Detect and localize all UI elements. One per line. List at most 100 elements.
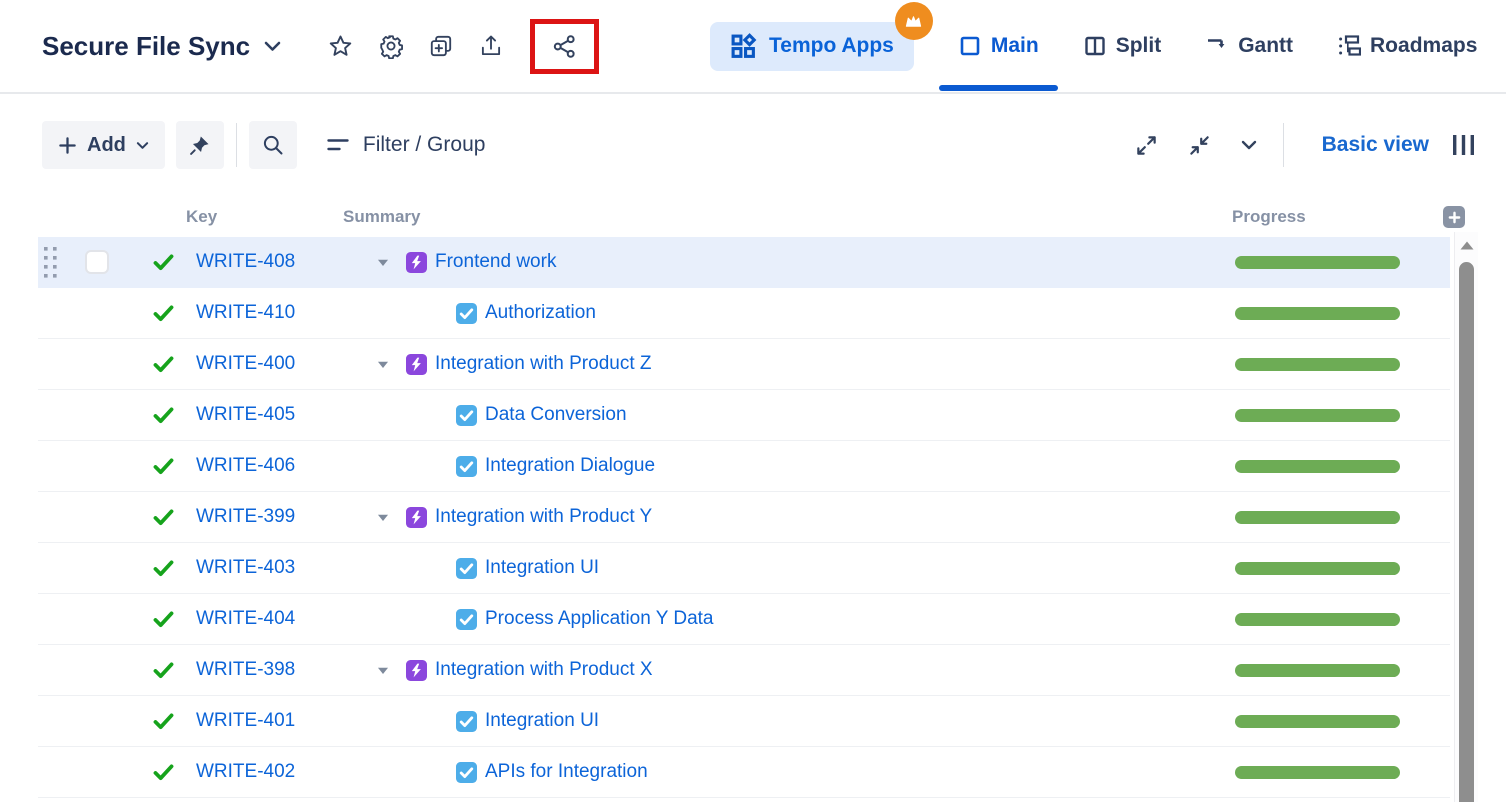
filter-group-button[interactable]: Filter / Group — [327, 133, 486, 157]
share-highlight-box — [530, 19, 599, 74]
status-done-icon — [116, 305, 196, 322]
issue-key-link[interactable]: WRITE-398 — [196, 659, 295, 680]
main-tab-icon — [958, 34, 982, 58]
progress-cell — [1213, 562, 1450, 575]
add-column-button[interactable] — [1443, 206, 1465, 228]
issue-summary-link[interactable]: APIs for Integration — [485, 761, 648, 783]
active-tab-underline — [939, 85, 1058, 91]
duplicate-button[interactable] — [428, 33, 454, 59]
tab-gantt[interactable]: Gantt — [1205, 0, 1293, 92]
progress-bar — [1235, 766, 1400, 779]
issue-row[interactable]: WRITE-406 Integration Dialogue — [38, 441, 1450, 492]
scrollbar-thumb[interactable] — [1459, 262, 1474, 802]
row-checkbox-slot — [80, 250, 116, 274]
status-done-icon — [116, 764, 196, 781]
issue-key-link[interactable]: WRITE-399 — [196, 506, 295, 527]
add-chevron-icon — [136, 141, 149, 150]
progress-bar — [1235, 256, 1400, 269]
search-icon — [261, 133, 285, 157]
add-button[interactable]: Add — [42, 121, 165, 169]
issue-row[interactable]: WRITE-400 Integration with Product Z — [38, 339, 1450, 390]
autopin-button[interactable] — [176, 121, 224, 169]
issue-summary-link[interactable]: Frontend work — [435, 251, 556, 273]
search-button[interactable] — [249, 121, 297, 169]
issue-key-link[interactable]: WRITE-402 — [196, 761, 295, 782]
tab-label: Main — [991, 34, 1039, 58]
toolbar-right: Basic view — [1105, 123, 1476, 167]
issue-row[interactable]: WRITE-401 Integration UI — [38, 696, 1450, 747]
columns-button[interactable] — [1451, 134, 1476, 156]
star-button[interactable] — [327, 33, 354, 60]
tempo-apps-button[interactable]: Tempo Apps — [710, 22, 914, 71]
progress-cell — [1213, 460, 1450, 473]
progress-cell — [1213, 358, 1450, 371]
issue-row[interactable]: WRITE-403 Integration UI — [38, 543, 1450, 594]
progress-bar — [1235, 409, 1400, 422]
status-done-icon — [116, 254, 196, 271]
structure-title-dropdown[interactable]: Secure File Sync — [42, 31, 281, 62]
progress-bar — [1235, 307, 1400, 320]
issue-row[interactable]: WRITE-404 Process Application Y Data — [38, 594, 1450, 645]
issue-key-link[interactable]: WRITE-403 — [196, 557, 295, 578]
task-type-icon — [456, 456, 477, 477]
row-expander-icon[interactable] — [376, 359, 390, 370]
issue-row[interactable]: WRITE-410 Authorization — [38, 288, 1450, 339]
issue-key-link[interactable]: WRITE-401 — [196, 710, 295, 731]
column-header-key[interactable]: Key — [186, 207, 217, 227]
expand-all-button[interactable] — [1135, 134, 1158, 157]
status-done-icon — [116, 356, 196, 373]
status-done-icon — [116, 560, 196, 577]
issue-row[interactable]: WRITE-408 Frontend work — [38, 237, 1450, 288]
issue-key-link[interactable]: WRITE-408 — [196, 251, 295, 272]
row-checkbox[interactable] — [85, 250, 109, 274]
tab-split[interactable]: Split — [1083, 0, 1162, 92]
issue-summary-link[interactable]: Integration UI — [485, 557, 599, 579]
tab-label: Gantt — [1238, 34, 1293, 58]
column-header-summary[interactable]: Summary — [343, 207, 420, 227]
tab-label: Roadmaps — [1370, 34, 1477, 58]
issue-key-link[interactable]: WRITE-404 — [196, 608, 295, 629]
toolbar-divider — [236, 123, 237, 167]
issue-key-link[interactable]: WRITE-410 — [196, 302, 295, 323]
export-button[interactable] — [478, 33, 504, 59]
issue-row[interactable]: WRITE-399 Integration with Product Y — [38, 492, 1450, 543]
issue-summary-link[interactable]: Integration UI — [485, 710, 599, 732]
epic-type-icon — [406, 660, 427, 681]
issue-key-link[interactable]: WRITE-406 — [196, 455, 295, 476]
issue-row[interactable]: WRITE-402 APIs for Integration — [38, 747, 1450, 798]
issue-summary-link[interactable]: Authorization — [485, 302, 596, 324]
issue-summary-link[interactable]: Integration with Product Z — [435, 353, 652, 375]
progress-bar — [1235, 460, 1400, 473]
vertical-scrollbar[interactable] — [1454, 232, 1478, 802]
settings-button[interactable] — [378, 33, 404, 59]
row-expander-icon[interactable] — [376, 665, 390, 676]
drag-handle[interactable] — [38, 246, 80, 279]
issue-row[interactable]: WRITE-398 Integration with Product X — [38, 645, 1450, 696]
issue-key-link[interactable]: WRITE-405 — [196, 404, 295, 425]
collapse-all-button[interactable] — [1188, 134, 1211, 157]
share-button[interactable] — [551, 33, 578, 60]
status-done-icon — [116, 458, 196, 475]
view-selector[interactable]: Basic view — [1322, 133, 1429, 157]
progress-cell — [1213, 511, 1450, 524]
column-header-progress[interactable]: Progress — [1232, 207, 1306, 227]
issue-summary-link[interactable]: Integration with Product X — [435, 659, 653, 681]
tab-roadmaps[interactable]: Roadmaps — [1337, 0, 1477, 92]
top-header: Secure File Sync — [0, 0, 1506, 94]
gear-icon — [378, 33, 404, 59]
scroll-up-icon[interactable] — [1459, 240, 1475, 251]
export-icon — [478, 33, 504, 59]
progress-bar — [1235, 613, 1400, 626]
issue-summary-link[interactable]: Integration Dialogue — [485, 455, 655, 477]
tab-main[interactable]: Main — [958, 0, 1039, 92]
issue-summary-link[interactable]: Data Conversion — [485, 404, 627, 426]
issue-row[interactable]: WRITE-405 Data Conversion — [38, 390, 1450, 441]
issue-summary-link[interactable]: Integration with Product Y — [435, 506, 652, 528]
row-expander-icon[interactable] — [376, 512, 390, 523]
collapse-all-icon — [1188, 134, 1211, 157]
issue-key-link[interactable]: WRITE-400 — [196, 353, 295, 374]
status-done-icon — [116, 509, 196, 526]
row-expander-icon[interactable] — [376, 257, 390, 268]
issue-summary-link[interactable]: Process Application Y Data — [485, 608, 714, 630]
more-tools-button[interactable] — [1241, 140, 1257, 150]
